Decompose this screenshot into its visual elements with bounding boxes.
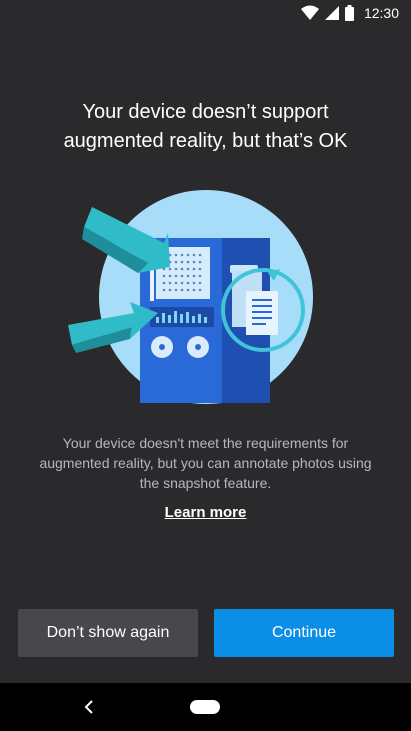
knob-left (151, 336, 173, 358)
learn-more-link[interactable]: Learn more (165, 504, 247, 521)
title-line-1: Your device doesn’t support (82, 101, 329, 123)
status-icons: 12:30 (300, 5, 399, 21)
description-line-2: augmented reality, but you can annotate … (39, 455, 372, 471)
description-line-3: the snapshot feature. (139, 475, 272, 491)
page-title: Your device doesn’t support augmented re… (0, 98, 411, 156)
knob-right (187, 336, 209, 358)
dont-show-again-button[interactable]: Don’t show again (18, 609, 198, 657)
navigation-bar (0, 683, 411, 731)
back-icon[interactable] (80, 697, 100, 717)
description-line-1: Your device doesn't meet the requirement… (62, 435, 349, 451)
title-line-2: augmented reality, but that’s OK (63, 130, 348, 152)
learn-more-container: Learn more (0, 504, 411, 521)
status-time: 12:30 (363, 5, 399, 21)
wifi-icon (300, 5, 319, 20)
ar-unsupported-illustration (68, 190, 313, 404)
signal-icon (324, 6, 339, 20)
description-text: Your device doesn't meet the requirement… (30, 433, 381, 493)
home-pill[interactable] (190, 700, 220, 714)
status-bar: 12:30 (0, 0, 411, 28)
continue-button[interactable]: Continue (214, 609, 394, 657)
battery-icon (344, 5, 354, 21)
